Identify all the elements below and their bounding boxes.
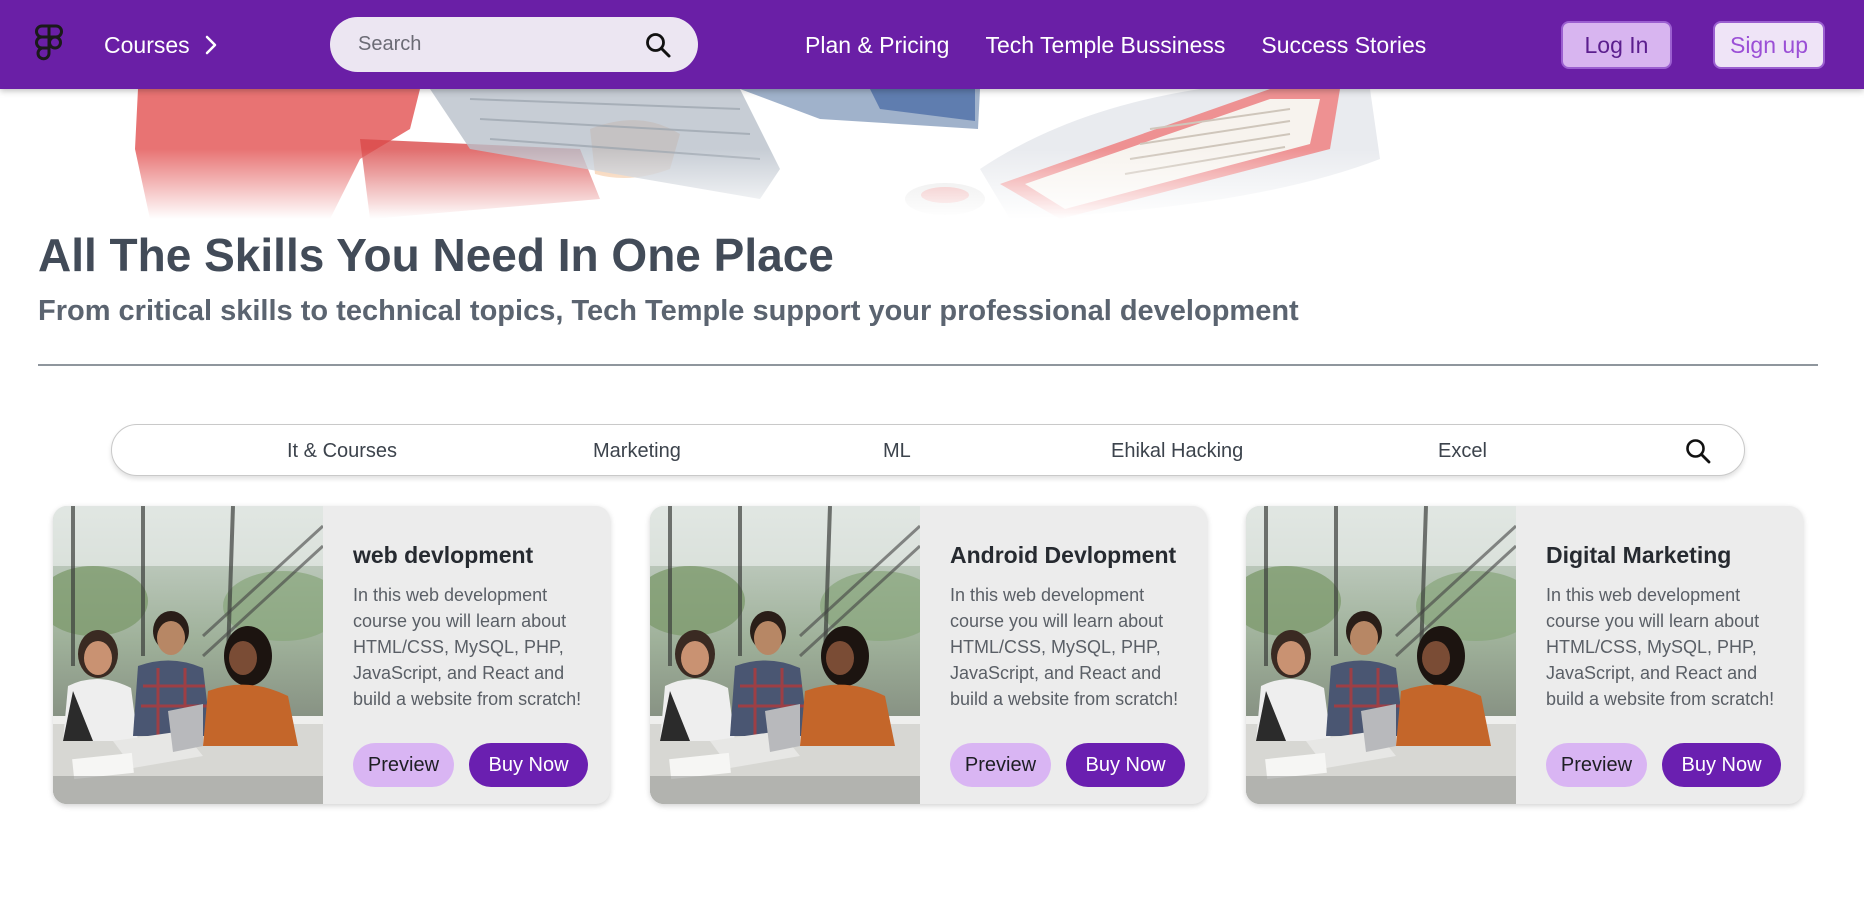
buy-now-button[interactable]: Buy Now xyxy=(1662,743,1781,787)
buy-now-button[interactable]: Buy Now xyxy=(469,743,588,787)
course-description: In this web development course you will … xyxy=(353,585,582,709)
course-title: Android Devlopment xyxy=(950,542,1177,568)
category-ethical-hacking[interactable]: Ehikal Hacking xyxy=(1111,425,1243,477)
section-divider xyxy=(38,364,1818,366)
top-navbar: Courses Plan & Pricing Tech Temple Bussi… xyxy=(0,0,1864,89)
course-photo xyxy=(1246,506,1516,804)
preview-button[interactable]: Preview xyxy=(1546,743,1647,787)
login-button[interactable]: Log In xyxy=(1561,21,1672,69)
course-card: Android Devlopment In this web developme… xyxy=(650,506,1207,804)
page-subtitle: From critical skills to technical topics… xyxy=(38,295,1299,327)
nav-link-plan-pricing[interactable]: Plan & Pricing xyxy=(805,32,949,59)
page-title: All The Skills You Need In One Place xyxy=(38,229,834,281)
chevron-right-icon xyxy=(205,35,216,55)
category-it-courses[interactable]: It & Courses xyxy=(287,425,397,477)
courses-menu-label: Courses xyxy=(104,31,190,58)
course-card: Digital Marketing In this web developmen… xyxy=(1246,506,1803,804)
courses-menu[interactable]: Courses xyxy=(104,28,218,62)
buy-now-button[interactable]: Buy Now xyxy=(1066,743,1185,787)
course-photo xyxy=(650,506,920,804)
search-icon[interactable] xyxy=(644,31,672,59)
course-photo xyxy=(53,506,323,804)
preview-button[interactable]: Preview xyxy=(950,743,1051,787)
course-description: In this web development course you will … xyxy=(950,585,1179,709)
nav-link-business[interactable]: Tech Temple Bussiness xyxy=(985,32,1225,59)
figma-logo-icon[interactable] xyxy=(34,24,64,66)
search-input[interactable] xyxy=(356,32,644,57)
hero-banner-illustration xyxy=(0,89,1864,219)
signup-button[interactable]: Sign up xyxy=(1713,21,1825,69)
category-ml[interactable]: ML xyxy=(883,425,911,477)
course-title: Digital Marketing xyxy=(1546,542,1732,568)
search-box xyxy=(330,17,698,72)
category-search-icon[interactable] xyxy=(1684,437,1712,465)
nav-links: Plan & Pricing Tech Temple Bussiness Suc… xyxy=(805,28,1426,62)
category-bar: It & Courses Marketing ML Ehikal Hacking… xyxy=(111,424,1745,476)
course-description: In this web development course you will … xyxy=(1546,585,1775,709)
nav-link-success-stories[interactable]: Success Stories xyxy=(1261,32,1426,59)
category-marketing[interactable]: Marketing xyxy=(593,425,681,477)
preview-button[interactable]: Preview xyxy=(353,743,454,787)
course-title: web devlopment xyxy=(353,542,534,568)
category-excel[interactable]: Excel xyxy=(1438,425,1487,477)
course-card: web devlopment In this web development c… xyxy=(53,506,610,804)
banner-fade xyxy=(0,149,1864,219)
